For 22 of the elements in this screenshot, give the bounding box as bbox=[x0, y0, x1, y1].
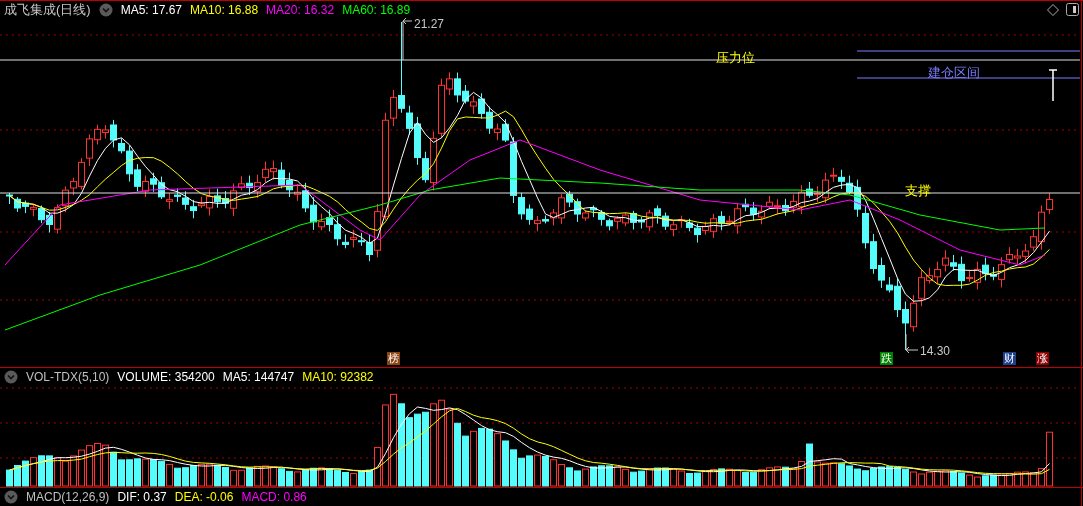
event-marker: 榜 bbox=[387, 352, 400, 365]
indicator-label: MA5: 17.67 bbox=[120, 2, 183, 19]
indicator-label: DEA: -0.06 bbox=[174, 488, 234, 506]
stock-title: 成飞集成(日线) bbox=[4, 1, 91, 20]
event-marker: 跌 bbox=[880, 352, 893, 365]
resistance-label: 压力位 bbox=[716, 49, 755, 67]
indicator-label: VOLUME: 354200 bbox=[117, 369, 215, 386]
indicator-label: DIF: 0.37 bbox=[117, 488, 167, 506]
event-marker: 涨 bbox=[1036, 352, 1049, 365]
support-label: 支撑 bbox=[905, 182, 931, 200]
indicator-label: MA10: 92382 bbox=[302, 369, 374, 386]
high-price-label: 21.27 bbox=[414, 18, 445, 30]
indicator-label: MACD(12,26,9) bbox=[26, 488, 110, 506]
indicator-label: MA10: 16.88 bbox=[190, 2, 259, 19]
range-label: 建仓区间 bbox=[928, 64, 980, 82]
indicator-label: MA20: 16.32 bbox=[266, 2, 335, 19]
indicator-label: VOL-TDX(5,10) bbox=[26, 369, 110, 386]
indicator-label: MA60: 16.89 bbox=[342, 2, 411, 19]
indicator-label: MA5: 144747 bbox=[222, 369, 295, 386]
event-marker: 财 bbox=[1003, 352, 1016, 365]
low-price-label: 14.30 bbox=[920, 345, 951, 357]
indicator-label: MACD: 0.86 bbox=[241, 488, 307, 506]
